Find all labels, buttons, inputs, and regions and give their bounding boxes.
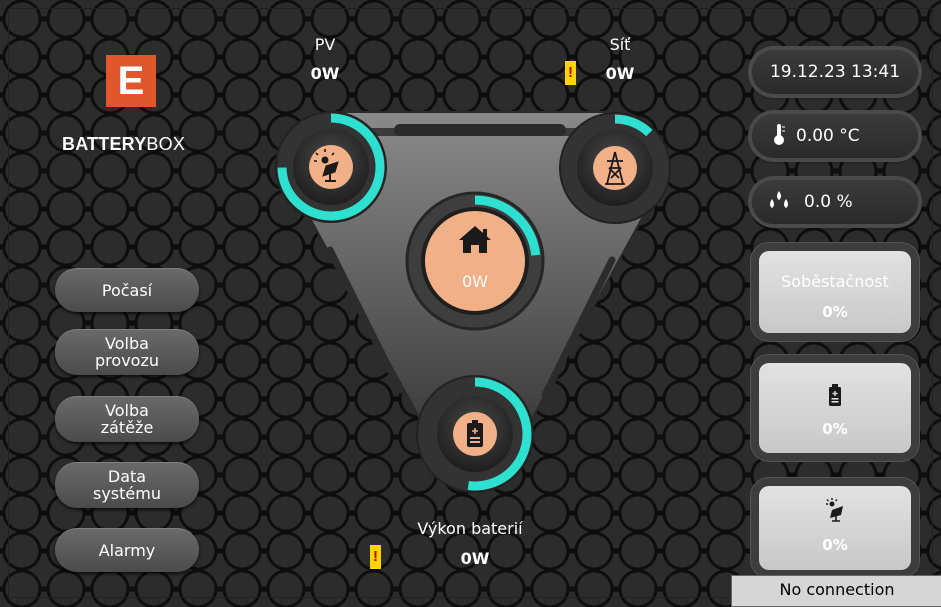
solar-card-icon bbox=[759, 498, 911, 526]
pv-label: PV bbox=[314, 35, 336, 54]
solar-card[interactable]: 0% bbox=[759, 486, 911, 570]
battery-card-value: 0% bbox=[822, 420, 848, 438]
brand-bold: BATTERY bbox=[62, 134, 147, 154]
logo: E bbox=[106, 55, 156, 107]
nav-weather-label: Počasí bbox=[101, 280, 153, 300]
home-value: 0W bbox=[462, 272, 488, 291]
temperature-value: 0.00 °C bbox=[796, 126, 860, 146]
nav-operation-mode-label: Volba provozu bbox=[95, 334, 159, 370]
battery-power-value: 0W bbox=[460, 549, 490, 568]
no-connection-banner: No connection bbox=[731, 575, 941, 607]
temperature-display: 0.00 °C bbox=[752, 114, 918, 158]
nav-operation-mode-button[interactable]: Volba provozu bbox=[55, 329, 199, 375]
thermometer-icon bbox=[772, 122, 786, 151]
datetime-display: 19.12.23 13:41 bbox=[752, 50, 918, 94]
self-sufficiency-label: Soběstačnost bbox=[781, 272, 889, 291]
nav-system-data-button[interactable]: Data systému bbox=[55, 462, 199, 508]
battery-power-label: Výkon baterií bbox=[417, 519, 523, 538]
humidity-value: 0.0 % bbox=[804, 192, 853, 212]
water-drops-icon bbox=[766, 189, 792, 216]
nav-system-data-label: Data systému bbox=[93, 467, 161, 503]
battery-warning-icon[interactable]: ! bbox=[370, 545, 381, 569]
solar-card-value: 0% bbox=[822, 536, 848, 554]
grid-label: Síť bbox=[609, 35, 631, 54]
brand-name: BATTERYBOX bbox=[62, 134, 185, 155]
humidity-display: 0.0 % bbox=[752, 180, 918, 224]
nav-load-select-button[interactable]: Volba zátěže bbox=[55, 396, 199, 442]
pv-value: 0W bbox=[310, 64, 340, 83]
self-sufficiency-card[interactable]: Soběstačnost 0% bbox=[759, 251, 911, 333]
datetime-text: 19.12.23 13:41 bbox=[769, 62, 901, 82]
battery-card-icon bbox=[759, 383, 911, 411]
grid-warning-icon[interactable]: ! bbox=[565, 61, 576, 85]
nav-alarms-button[interactable]: Alarmy bbox=[55, 528, 199, 572]
nav-load-select-label: Volba zátěže bbox=[100, 401, 154, 437]
self-sufficiency-value: 0% bbox=[822, 303, 848, 321]
nav-alarms-label: Alarmy bbox=[98, 540, 156, 560]
brand-light: BOX bbox=[146, 134, 186, 154]
grid-value: 0W bbox=[605, 64, 635, 83]
logo-letter: E bbox=[117, 59, 145, 103]
nav-weather-button[interactable]: Počasí bbox=[55, 268, 199, 312]
battery-card[interactable]: 0% bbox=[759, 363, 911, 453]
